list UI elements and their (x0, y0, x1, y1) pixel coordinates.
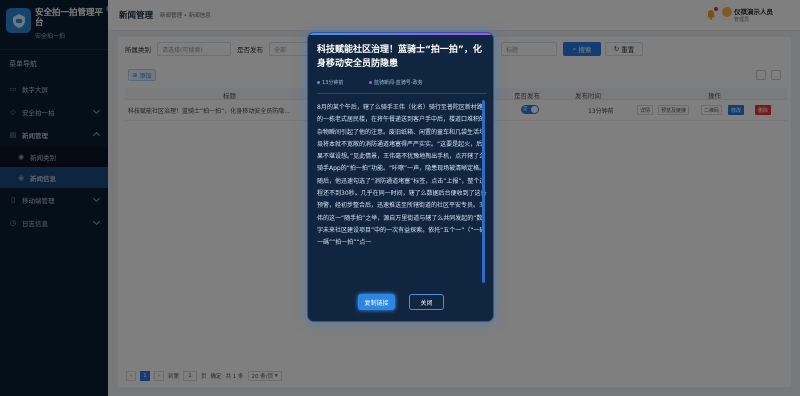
modal-divider (317, 93, 487, 94)
copy-link-button[interactable]: 复制链接 (358, 294, 395, 310)
close-button[interactable]: 关闭 (409, 294, 444, 310)
modal-source-text: 蓝骑新闻-蓝骑号-政务 (374, 80, 423, 86)
dot-icon (317, 81, 320, 84)
modal-scrollbar[interactable] (482, 100, 485, 283)
dot-icon (369, 81, 372, 84)
modal-time-text: 13分钟前 (322, 80, 344, 86)
app-root: 安全拍一拍管理平台 安全拍一拍 3 菜单导航 ▭数字大屏 ◇安全拍一拍 ▤新闻管… (0, 0, 800, 396)
modal-time: 13分钟前 (317, 79, 343, 86)
modal-source: 蓝骑新闻-蓝骑号-政务 (369, 79, 423, 86)
modal-fade (308, 283, 493, 321)
modal-title: 科技赋能社区治理！蓝骑士“拍一拍”，化身移动安全员防隐患 (317, 45, 482, 69)
modal-accent-bar (308, 33, 493, 35)
news-preview-modal: 科技赋能社区治理！蓝骑士“拍一拍”，化身移动安全员防隐患 13分钟前 蓝骑新闻-… (307, 32, 494, 322)
